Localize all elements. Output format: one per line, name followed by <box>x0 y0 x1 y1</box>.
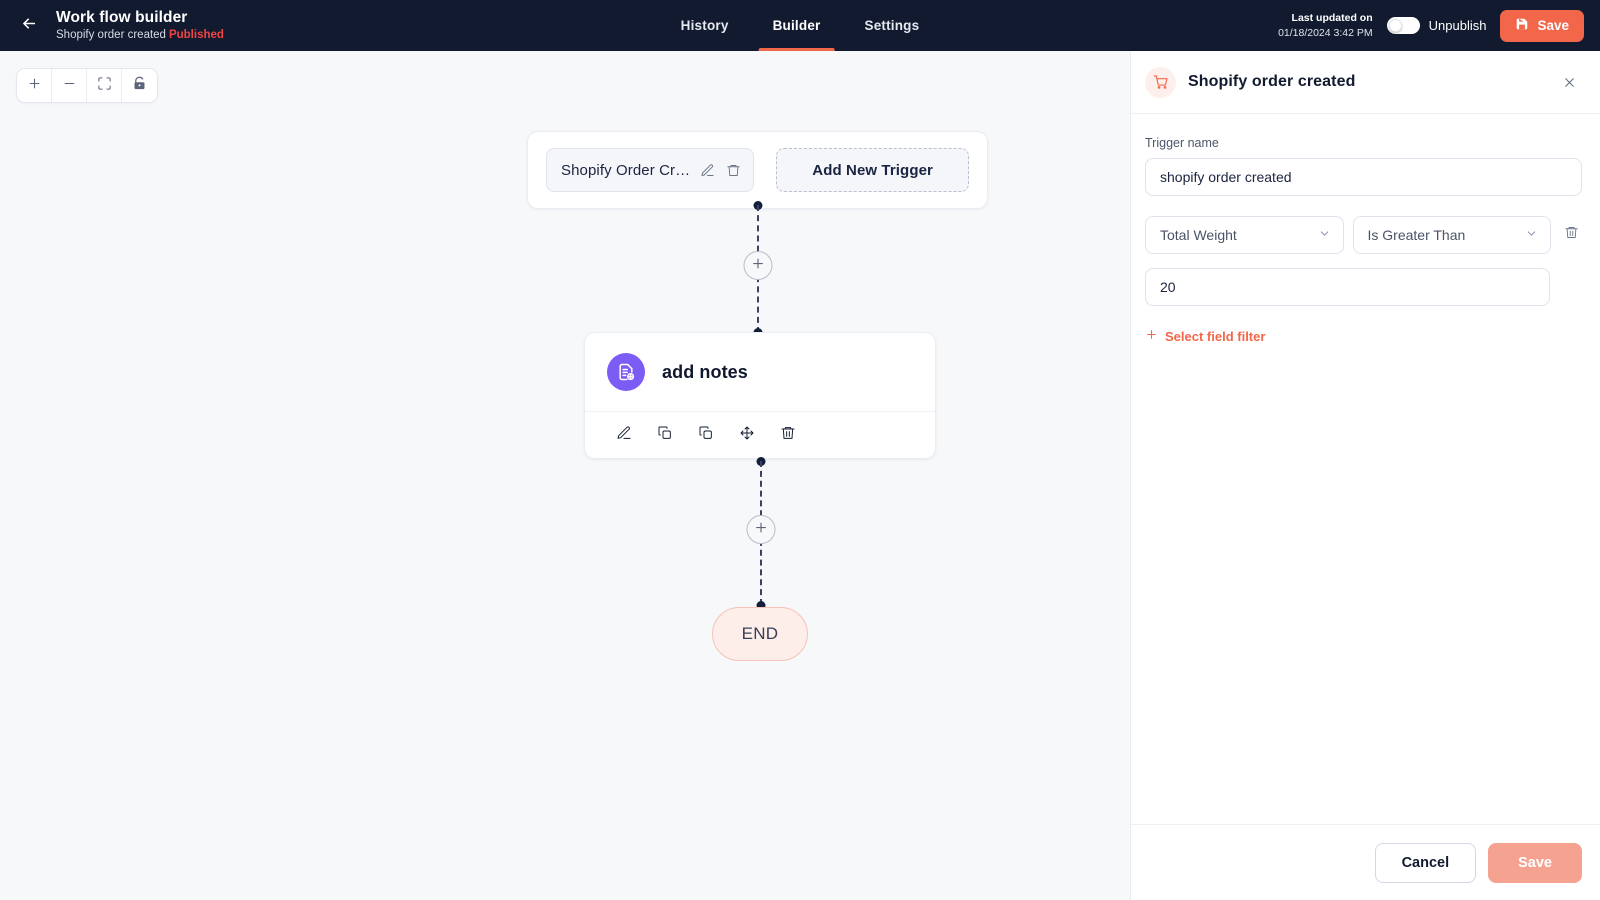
add-step-button[interactable] <box>743 251 773 280</box>
trash-icon <box>1564 225 1579 245</box>
flow-graph: Shopify Order Cr… Add New Trigger add no… <box>0 51 1130 900</box>
top-header-bar: Work flow builder Shopify order created P… <box>0 0 1600 51</box>
add-new-trigger-button[interactable]: Add New Trigger <box>776 148 969 192</box>
copy-node-button[interactable] <box>644 421 685 449</box>
app-body: Shopify Order Cr… Add New Trigger add no… <box>0 51 1600 900</box>
publish-toggle-track[interactable] <box>1386 17 1420 34</box>
main-tabs: History Builder Settings <box>659 0 942 51</box>
lock-icon <box>132 76 147 96</box>
end-node: END <box>712 607 808 661</box>
publish-toggle-label: Unpublish <box>1428 18 1487 33</box>
canvas-toolbar <box>16 68 158 103</box>
workflow-builder-app: Work flow builder Shopify order created P… <box>0 0 1600 900</box>
plus-icon <box>754 520 769 540</box>
subtitle-text: Shopify order created <box>56 29 166 42</box>
pencil-icon <box>616 425 632 446</box>
select-field-filter-label: Select field filter <box>1165 328 1266 344</box>
plus-icon <box>1145 328 1158 344</box>
chevron-down-icon <box>1525 227 1538 243</box>
zoom-in-button[interactable] <box>17 69 52 102</box>
duplicate-node-button[interactable] <box>685 421 726 449</box>
panel-footer: Cancel Save <box>1131 824 1600 900</box>
page-title: Work flow builder <box>56 8 188 26</box>
tab-settings[interactable]: Settings <box>842 0 941 51</box>
close-icon[interactable] <box>1556 69 1582 95</box>
trigger-card: Shopify Order Cr… Add New Trigger <box>527 131 988 209</box>
node-title: add notes <box>662 361 748 382</box>
copy-icon <box>657 425 673 446</box>
page-title-block: Work flow builder Shopify order created P… <box>56 8 224 43</box>
panel-header: Shopify order created <box>1131 51 1600 114</box>
fit-view-button[interactable] <box>87 69 122 102</box>
edit-node-button[interactable] <box>603 421 644 449</box>
header-right-controls: Last updated on 01/18/2024 3:42 PM Unpub… <box>1278 9 1600 42</box>
status-badge: Published <box>168 29 224 42</box>
connector-trigger-to-node <box>743 201 773 337</box>
panel-body: Trigger name Total Weight Is Greater Tha… <box>1131 114 1600 824</box>
connector-node-to-end <box>746 457 776 613</box>
trigger-chip-label: Shopify Order Cr… <box>561 161 691 179</box>
trigger-chip[interactable]: Shopify Order Cr… <box>546 148 755 192</box>
condition-value-input[interactable] <box>1145 268 1550 306</box>
panel-title: Shopify order created <box>1188 73 1356 90</box>
delete-condition-button[interactable] <box>1560 224 1582 246</box>
delete-node-button[interactable] <box>767 421 808 449</box>
pencil-icon[interactable] <box>699 162 716 179</box>
trigger-name-label: Trigger name <box>1145 136 1219 150</box>
shopping-cart-icon <box>1145 66 1176 98</box>
trigger-config-panel: Shopify order created Trigger name Total… <box>1130 51 1600 900</box>
floppy-disk-icon <box>1515 17 1529 34</box>
node-header: add notes <box>585 333 935 411</box>
trigger-name-input[interactable] <box>1145 158 1582 196</box>
header-save-button[interactable]: Save <box>1500 9 1584 42</box>
minus-icon <box>62 76 77 96</box>
back-button[interactable] <box>12 9 46 43</box>
panel-save-button[interactable]: Save <box>1488 842 1582 883</box>
cancel-button[interactable]: Cancel <box>1374 842 1477 883</box>
select-field-filter-button[interactable]: Select field filter <box>1145 328 1582 344</box>
publish-toggle[interactable]: Unpublish <box>1386 17 1487 34</box>
plus-icon <box>27 76 42 96</box>
page-subtitle: Shopify order created Published <box>56 28 224 43</box>
zoom-out-button[interactable] <box>52 69 87 102</box>
last-updated-value: 01/18/2024 3:42 PM <box>1278 26 1373 39</box>
duplicate-icon <box>698 425 714 446</box>
tab-builder[interactable]: Builder <box>751 0 843 51</box>
plus-icon <box>751 256 766 276</box>
action-node-add-notes[interactable]: add notes <box>584 332 936 459</box>
fullscreen-icon <box>97 76 112 96</box>
last-updated-label: Last updated on <box>1291 12 1373 25</box>
condition-row: Total Weight Is Greater Than <box>1145 216 1582 254</box>
condition-operator-select[interactable]: Is Greater Than <box>1352 216 1551 254</box>
note-add-icon <box>607 353 645 391</box>
add-step-button[interactable] <box>746 515 776 544</box>
last-updated: Last updated on 01/18/2024 3:42 PM <box>1278 11 1373 39</box>
node-action-bar <box>585 411 935 458</box>
arrow-left-icon <box>20 14 39 38</box>
lock-canvas-button[interactable] <box>122 69 157 102</box>
header-save-label: Save <box>1537 18 1569 33</box>
publish-toggle-knob <box>1388 19 1402 32</box>
move-node-button[interactable] <box>726 421 767 449</box>
trash-icon[interactable] <box>725 162 742 179</box>
condition-operator-value: Is Greater Than <box>1367 227 1466 243</box>
condition-field-select[interactable]: Total Weight <box>1145 216 1344 254</box>
condition-value-row <box>1145 268 1582 306</box>
move-icon <box>739 425 755 446</box>
trash-icon <box>780 425 796 446</box>
condition-field-value: Total Weight <box>1160 227 1237 243</box>
flow-canvas[interactable]: Shopify Order Cr… Add New Trigger add no… <box>0 51 1130 900</box>
chevron-down-icon <box>1318 227 1331 243</box>
tab-history[interactable]: History <box>659 0 751 51</box>
